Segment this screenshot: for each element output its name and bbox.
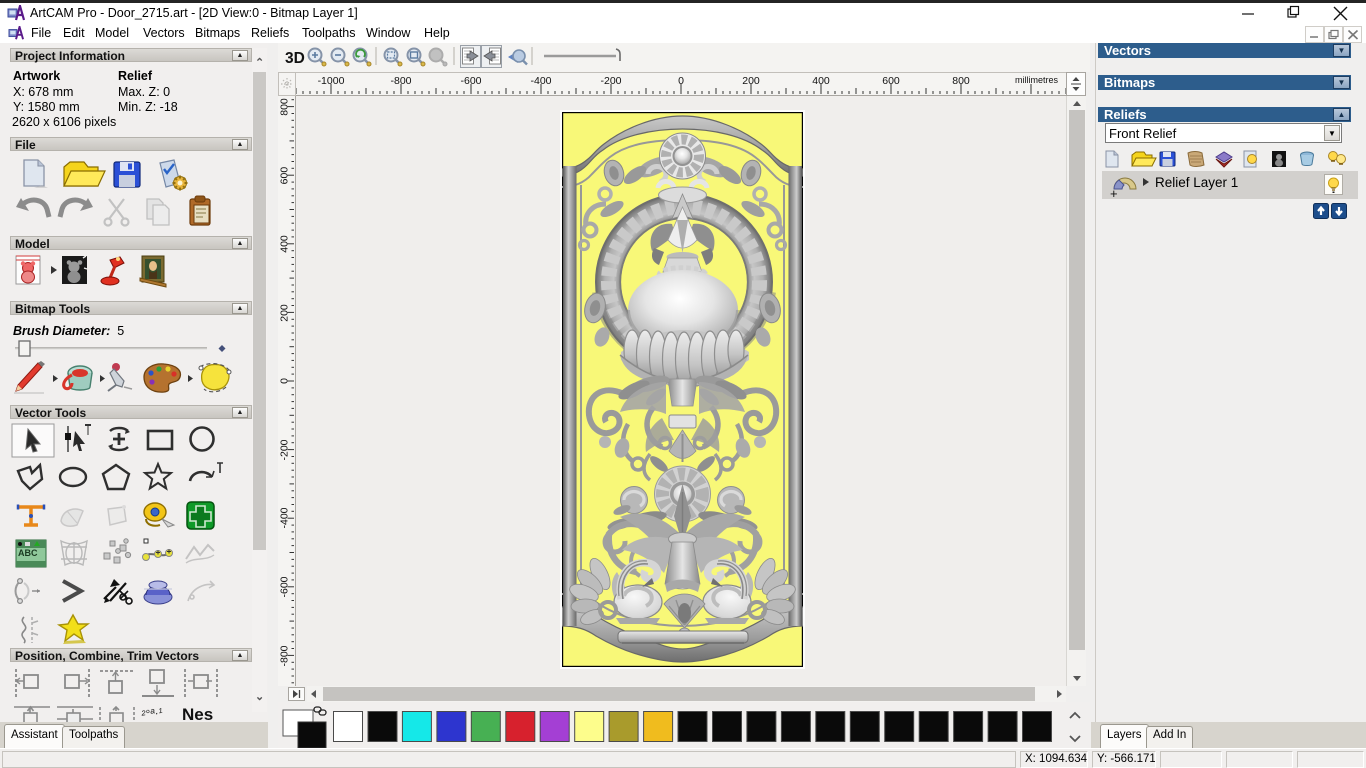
svg-text:ABC: ABC [18, 548, 38, 558]
svg-text:millimetres: millimetres [1015, 75, 1059, 85]
svg-text:0: 0 [678, 75, 684, 87]
svg-text:²°ª·¹: ²°ª·¹ [140, 705, 163, 722]
svg-text:-800: -800 [279, 645, 291, 666]
svg-text:+: + [1110, 186, 1118, 199]
svg-text:600: 600 [279, 167, 291, 185]
svg-text:800: 800 [279, 98, 291, 116]
svg-text:-1000: -1000 [318, 75, 345, 87]
svg-text:-800: -800 [390, 75, 411, 87]
svg-text:-600: -600 [460, 75, 481, 87]
svg-text:400: 400 [812, 75, 830, 87]
svg-text:-200: -200 [279, 439, 291, 460]
svg-text:-400: -400 [279, 507, 291, 528]
svg-text:-400: -400 [530, 75, 551, 87]
svg-text:200: 200 [742, 75, 760, 87]
svg-text:-200: -200 [600, 75, 621, 87]
svg-text:0: 0 [279, 378, 291, 384]
svg-text:3D: 3D [285, 50, 305, 67]
svg-text:-600: -600 [279, 576, 291, 597]
svg-text:400: 400 [279, 235, 291, 253]
svg-text:Nes: Nes [182, 705, 213, 722]
svg-text:600: 600 [882, 75, 900, 87]
svg-text:800: 800 [952, 75, 970, 87]
svg-text:200: 200 [279, 304, 291, 322]
